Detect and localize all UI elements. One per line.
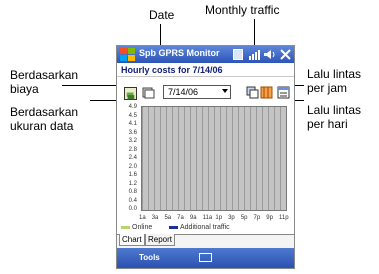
x-tick-label: 11p — [279, 215, 289, 221]
y-tick-label: 2.8 — [128, 146, 137, 153]
volume-icon[interactable] — [264, 49, 276, 60]
by-cost-button[interactable] — [124, 87, 137, 100]
x-tick-label: 9a — [189, 215, 197, 221]
chevron-down-icon — [222, 89, 228, 93]
per-day-icon — [260, 86, 273, 99]
plot-area — [141, 106, 287, 211]
callout-by-size: Berdasarkan ukuran data — [10, 105, 78, 133]
callout-by-size-line2: ukuran data — [10, 119, 74, 133]
legend-label-additional: Additional traffic — [180, 224, 230, 231]
date-picker-value: 7/14/06 — [168, 87, 199, 97]
callout-per-day-line1: Lalu lintas — [307, 103, 362, 117]
x-tick-label: 5p — [240, 215, 248, 221]
connection-icon[interactable] — [233, 49, 243, 60]
y-tick-label: 0.4 — [128, 197, 137, 204]
title-bar: Spb GPRS Monitor — [117, 46, 294, 63]
device-screen: Spb GPRS Monitor Hourly costs for 7/14/0… — [116, 45, 295, 269]
per-day-button[interactable] — [260, 86, 273, 99]
y-tick-label: 0.0 — [128, 206, 137, 212]
y-tick-label: 1.2 — [128, 180, 137, 187]
by-size-button[interactable] — [142, 86, 155, 99]
callout-per-hour: Lalu lintas per jam — [307, 67, 361, 95]
y-tick-label: 2.4 — [128, 155, 137, 161]
y-tick-label: 4.9 — [128, 104, 137, 110]
x-tick-label: 11a — [202, 215, 213, 221]
callout-per-day-line2: per hari — [307, 117, 348, 131]
y-tick-label: 3.6 — [128, 129, 137, 136]
tab-report[interactable]: Report — [145, 234, 176, 246]
y-tick-label: 2.0 — [128, 163, 137, 170]
by-size-icon — [142, 87, 155, 99]
chart-legend: Online Additional traffic — [117, 223, 294, 233]
callout-by-size-line1: Berdasarkan — [10, 105, 79, 119]
keyboard-icon[interactable] — [199, 253, 212, 262]
callout-by-cost: Berdasarkan biaya — [10, 68, 78, 96]
x-tick-label: 3a — [151, 215, 159, 221]
callout-by-cost-line1: Berdasarkan — [10, 68, 79, 82]
toolbar: 7/14/06 — [117, 78, 294, 104]
tab-bar: Chart Report — [117, 234, 294, 248]
y-tick-label: 4.1 — [128, 121, 137, 127]
y-tick-label: 4.5 — [128, 112, 137, 119]
monthly-traffic-button[interactable] — [246, 86, 259, 99]
leader-by-cost — [62, 85, 122, 86]
callout-per-day: Lalu lintas per hari — [307, 103, 361, 131]
y-tick-label: 0.8 — [128, 189, 137, 195]
legend-swatch-additional — [169, 226, 178, 229]
y-tick-label: 3.2 — [128, 138, 137, 144]
callout-date: Date — [149, 8, 175, 22]
tab-chart[interactable]: Chart — [119, 234, 145, 246]
x-tick-label: 7a — [177, 215, 184, 221]
x-tick-label: 1p — [215, 215, 223, 221]
x-tick-label: 9p — [266, 215, 273, 221]
x-tick-label: 5a — [164, 215, 172, 221]
x-tick-label: 1a — [139, 215, 146, 221]
hourly-chart: 4.9 4.5 4.1 3.6 3.2 2.8 2.4 2.0 1.6 1.2 0.8 0.4 0.0 … — [117, 104, 294, 222]
legend-swatch-online — [121, 226, 130, 229]
signal-icon[interactable] — [249, 49, 261, 60]
callout-by-cost-line2: biaya — [10, 82, 39, 96]
per-hour-button[interactable] — [277, 86, 290, 99]
chart-subtitle: Hourly costs for 7/14/06 — [117, 63, 294, 77]
callout-monthly-traffic: Monthly traffic — [205, 3, 280, 17]
legend-label-online: Online — [132, 224, 153, 231]
by-cost-icon — [126, 92, 135, 100]
y-tick-label: 1.6 — [128, 172, 137, 178]
tools-menu[interactable]: Tools — [139, 253, 160, 262]
x-tick-label: 3p — [228, 215, 235, 221]
x-tick-label: 7p — [253, 215, 261, 221]
callout-per-hour-line2: per jam — [307, 81, 348, 95]
per-hour-icon — [277, 86, 290, 99]
windows-start-icon[interactable] — [120, 48, 135, 61]
date-picker[interactable]: 7/14/06 — [163, 85, 231, 99]
app-title: Spb GPRS Monitor — [139, 48, 220, 58]
close-icon[interactable] — [280, 49, 291, 60]
callout-per-hour-line1: Lalu lintas — [307, 67, 362, 81]
monthly-traffic-icon — [246, 86, 259, 99]
menu-bar: Tools — [117, 248, 294, 268]
